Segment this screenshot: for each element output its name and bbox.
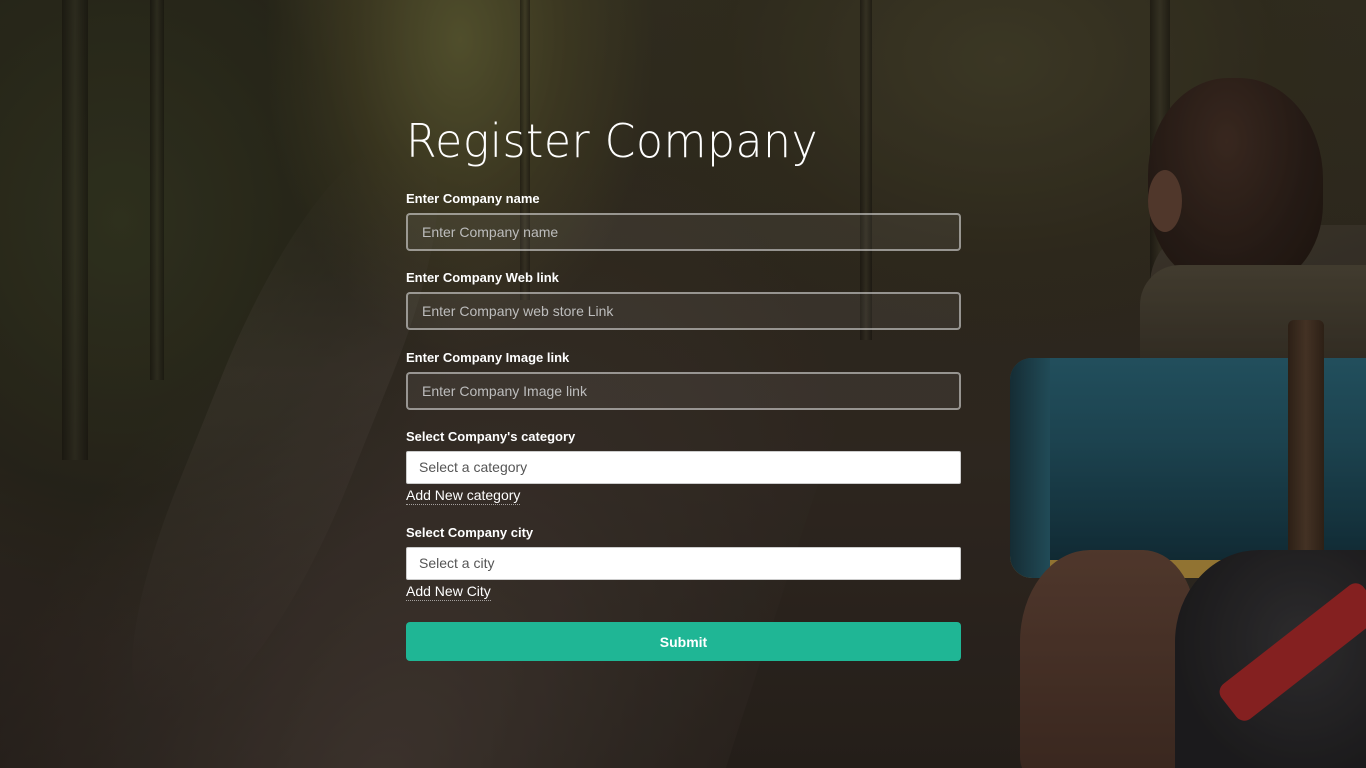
image-link-input[interactable]	[406, 372, 961, 410]
page-title: Register Company	[406, 114, 819, 168]
submit-button[interactable]: Submit	[406, 622, 961, 661]
category-group: Select Company's category Select a categ…	[406, 429, 961, 505]
web-link-group: Enter Company Web link	[406, 270, 961, 330]
company-name-group: Enter Company name	[406, 191, 961, 251]
image-link-group: Enter Company Image link	[406, 350, 961, 410]
city-label: Select Company city	[406, 525, 534, 540]
city-group: Select Company city Select a city Add Ne…	[406, 525, 961, 601]
company-name-input[interactable]	[406, 213, 961, 251]
company-name-label: Enter Company name	[406, 191, 540, 206]
image-link-label: Enter Company Image link	[406, 350, 570, 365]
category-select[interactable]: Select a category	[406, 451, 961, 484]
web-link-label: Enter Company Web link	[406, 270, 559, 285]
category-label: Select Company's category	[406, 429, 576, 444]
web-link-input[interactable]	[406, 292, 961, 330]
add-new-category-link[interactable]: Add New category	[406, 487, 521, 505]
city-select[interactable]: Select a city	[406, 547, 961, 580]
add-new-city-link[interactable]: Add New City	[406, 583, 491, 601]
register-company-form: Register Company Enter Company name Ente…	[406, 110, 961, 661]
